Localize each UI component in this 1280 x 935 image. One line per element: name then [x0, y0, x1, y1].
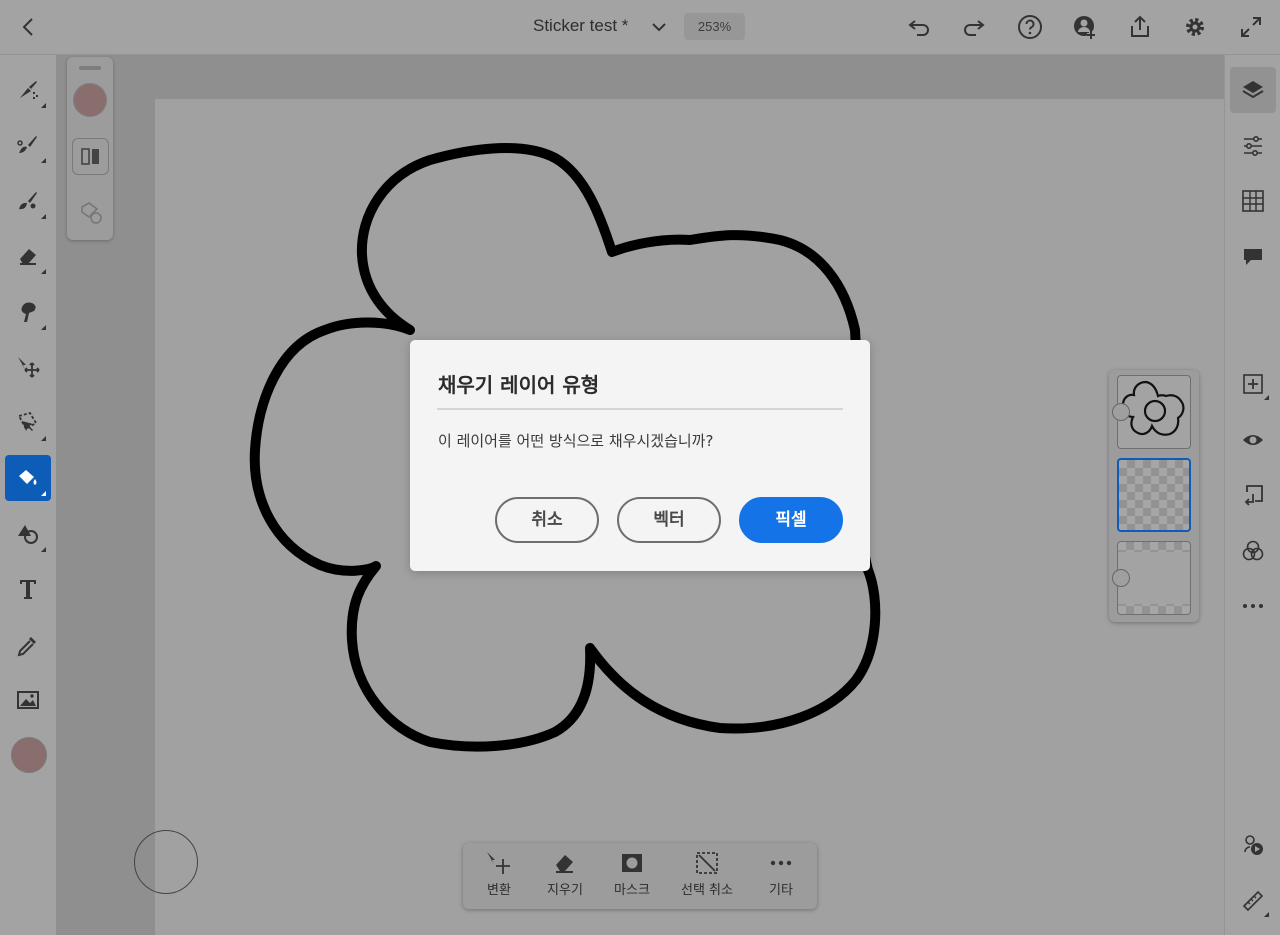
fill-icon[interactable]	[5, 455, 51, 501]
shape-tools-icon[interactable]	[1230, 822, 1276, 868]
live-brush-icon[interactable]	[5, 122, 51, 168]
fill-color-swatch[interactable]	[73, 83, 107, 117]
task-action-bar: 변환 지우기 마스크 선택 취소 기타	[463, 843, 817, 909]
smudge-icon[interactable]	[5, 289, 51, 335]
more-action[interactable]: 기타	[761, 851, 801, 898]
fill-layer-type-dialog: 채우기 레이어 유형 이 레이어를 어떤 방식으로 채우시겠습니까? 취소 벡터…	[410, 340, 870, 571]
left-toolbar	[0, 55, 56, 935]
selection-icon[interactable]	[5, 400, 51, 446]
vector-layer-icon	[1112, 403, 1130, 421]
mask-action[interactable]: 마스크	[611, 851, 653, 898]
visibility-icon[interactable]	[1230, 417, 1276, 463]
blend-mode-icon[interactable]	[1230, 528, 1276, 574]
layers-icon[interactable]	[1230, 67, 1276, 113]
add-layer-icon[interactable]	[1230, 361, 1276, 407]
brush-cursor	[134, 830, 198, 894]
image-layer-icon	[1112, 569, 1130, 587]
comments-icon[interactable]	[1230, 234, 1276, 280]
dialog-title: 채우기 레이어 유형	[438, 373, 600, 397]
transform-icon[interactable]	[5, 344, 51, 390]
shapes-icon[interactable]	[5, 511, 51, 557]
sample-layers-icon[interactable]	[72, 138, 109, 175]
fill-options-icon[interactable]	[72, 195, 107, 230]
pixel-button[interactable]: 픽셀	[739, 497, 843, 543]
more-icon[interactable]	[1230, 583, 1276, 629]
layer-properties-icon[interactable]	[1230, 123, 1276, 169]
dialog-divider	[437, 408, 843, 410]
grid-icon[interactable]	[1230, 178, 1276, 224]
eyedropper-icon[interactable]	[5, 622, 51, 668]
merge-down-icon[interactable]	[1230, 472, 1276, 518]
eraser-icon[interactable]	[5, 233, 51, 279]
vector-button[interactable]: 벡터	[617, 497, 721, 543]
erase-action[interactable]: 지우기	[543, 851, 587, 898]
ruler-icon[interactable]	[1230, 878, 1276, 924]
image-icon[interactable]	[5, 677, 51, 723]
layers-panel	[1109, 370, 1199, 622]
transform-action[interactable]: 변환	[479, 851, 519, 898]
text-icon[interactable]	[5, 566, 51, 612]
pixel-brush-icon[interactable]	[5, 67, 51, 113]
deselect-action[interactable]: 선택 취소	[679, 851, 735, 898]
dialog-message: 이 레이어를 어떤 방식으로 채우시겠습니까?	[438, 432, 714, 450]
panel-grab-handle[interactable]	[79, 66, 101, 70]
color-swatch[interactable]	[11, 737, 47, 773]
layer-thumbnail-selected[interactable]	[1117, 458, 1191, 532]
vector-brush-icon[interactable]	[5, 178, 51, 224]
cancel-button[interactable]: 취소	[495, 497, 599, 543]
tool-options-panel	[67, 57, 113, 240]
right-toolbar	[1224, 55, 1280, 935]
